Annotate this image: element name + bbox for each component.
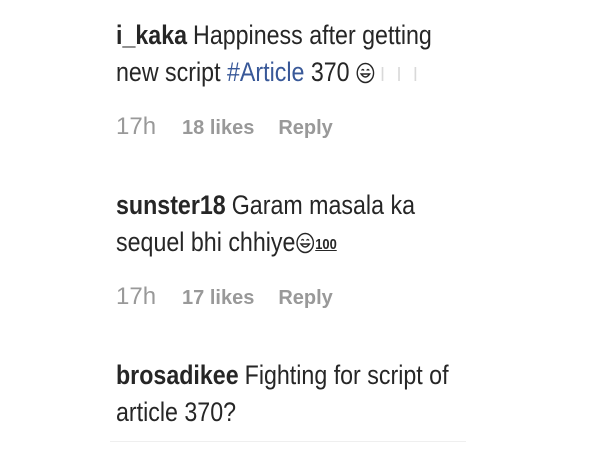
comment-meta: 17h 17 likes Reply [116,283,333,313]
divider [110,441,466,442]
hundred-points-emoji: 100 [315,236,337,253]
comment-likes-button[interactable]: 18 likes [182,117,254,140]
comment-body: i_kaka Happiness after getting new script… [116,17,477,94]
comment-timestamp[interactable]: 17h [116,113,156,141]
comment-body: brosadikee Fighting for script of article… [116,357,477,431]
comment-text-suffix: 370 [304,57,350,87]
comment-username[interactable]: brosadikee [116,360,239,390]
faint-marks: I I I [380,64,422,86]
reply-button[interactable]: Reply [278,117,332,140]
comment-username[interactable]: i_kaka [116,20,187,50]
comment-timestamp[interactable]: 17h [116,283,156,311]
comment-item: i_kaka Happiness after getting new script… [116,17,476,94]
comment-item: sunster18 Garam masala ka sequel bhi chhi… [116,187,476,263]
comment-item: brosadikee Fighting for script of article… [116,357,476,431]
hashtag-link[interactable]: #Article [227,57,304,87]
smiling-face-emoji-icon [295,227,314,254]
comment-likes-button[interactable]: 17 likes [182,287,254,310]
reply-button[interactable]: Reply [278,287,332,310]
comment-body: sunster18 Garam masala ka sequel bhi chhi… [116,187,477,263]
comment-username[interactable]: sunster18 [116,190,226,220]
smiling-face-emoji-icon [356,57,375,84]
comment-meta: 17h 18 likes Reply [116,113,333,143]
